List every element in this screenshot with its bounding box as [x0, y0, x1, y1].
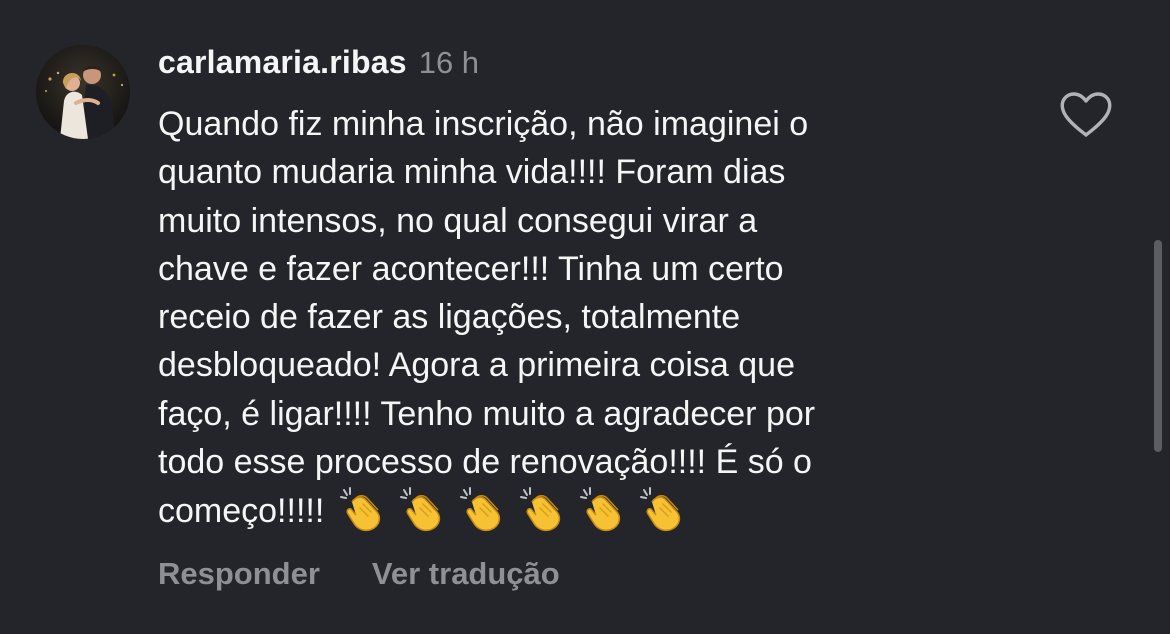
comment-line: Quando fiz minha inscrição, não imaginei…	[158, 105, 809, 143]
timestamp: 16 h	[418, 45, 480, 80]
clapping-hands-icon	[458, 486, 504, 532]
comment-line: quanto mudaria minha vida!!!! Foram dias	[158, 153, 786, 192]
comment-line: faço, é ligar!!!! Tenho muito a agradece…	[158, 394, 816, 433]
reply-button[interactable]: Responder	[158, 556, 320, 592]
clapping-hands-icon	[518, 486, 564, 532]
comment-line: começo!!!!!	[158, 492, 325, 531]
translate-button[interactable]: Ver tradução	[372, 556, 560, 592]
comment-actions: Responder Ver tradução	[158, 556, 560, 592]
comment-item: carlamaria.ribas 16 h Quando fiz minha i…	[0, 0, 1170, 634]
like-button[interactable]	[1058, 90, 1114, 140]
profile-photo	[36, 45, 130, 139]
comment-line: receio de fazer as ligações, totalmente	[158, 298, 741, 337]
comment-text: Quando fiz minha inscrição, não imaginei…	[158, 100, 1038, 536]
comment-line: chave e fazer acontecer!!! Tinha um cert…	[158, 249, 784, 288]
comment-line: muito intensos, no qual consegui virar a	[158, 201, 758, 240]
clapping-hands-icon	[398, 486, 444, 532]
clapping-hands-icon	[638, 486, 684, 532]
username[interactable]: carlamaria.ribas	[158, 44, 407, 81]
comment-header: carlamaria.ribas 16 h	[158, 44, 479, 88]
comment-line: desbloqueado! Agora a primeira coisa que	[158, 346, 795, 385]
comment-line: todo esse processo de renovação!!!! É só…	[158, 443, 812, 482]
comment-line-last: começo!!!!!	[158, 486, 1038, 535]
clapping-hands-icon	[338, 486, 384, 532]
avatar[interactable]	[36, 45, 130, 139]
emoji-group	[338, 486, 698, 535]
heart-outline-icon	[1060, 92, 1112, 137]
clapping-hands-icon	[578, 486, 624, 532]
scrollbar[interactable]	[1154, 240, 1162, 452]
